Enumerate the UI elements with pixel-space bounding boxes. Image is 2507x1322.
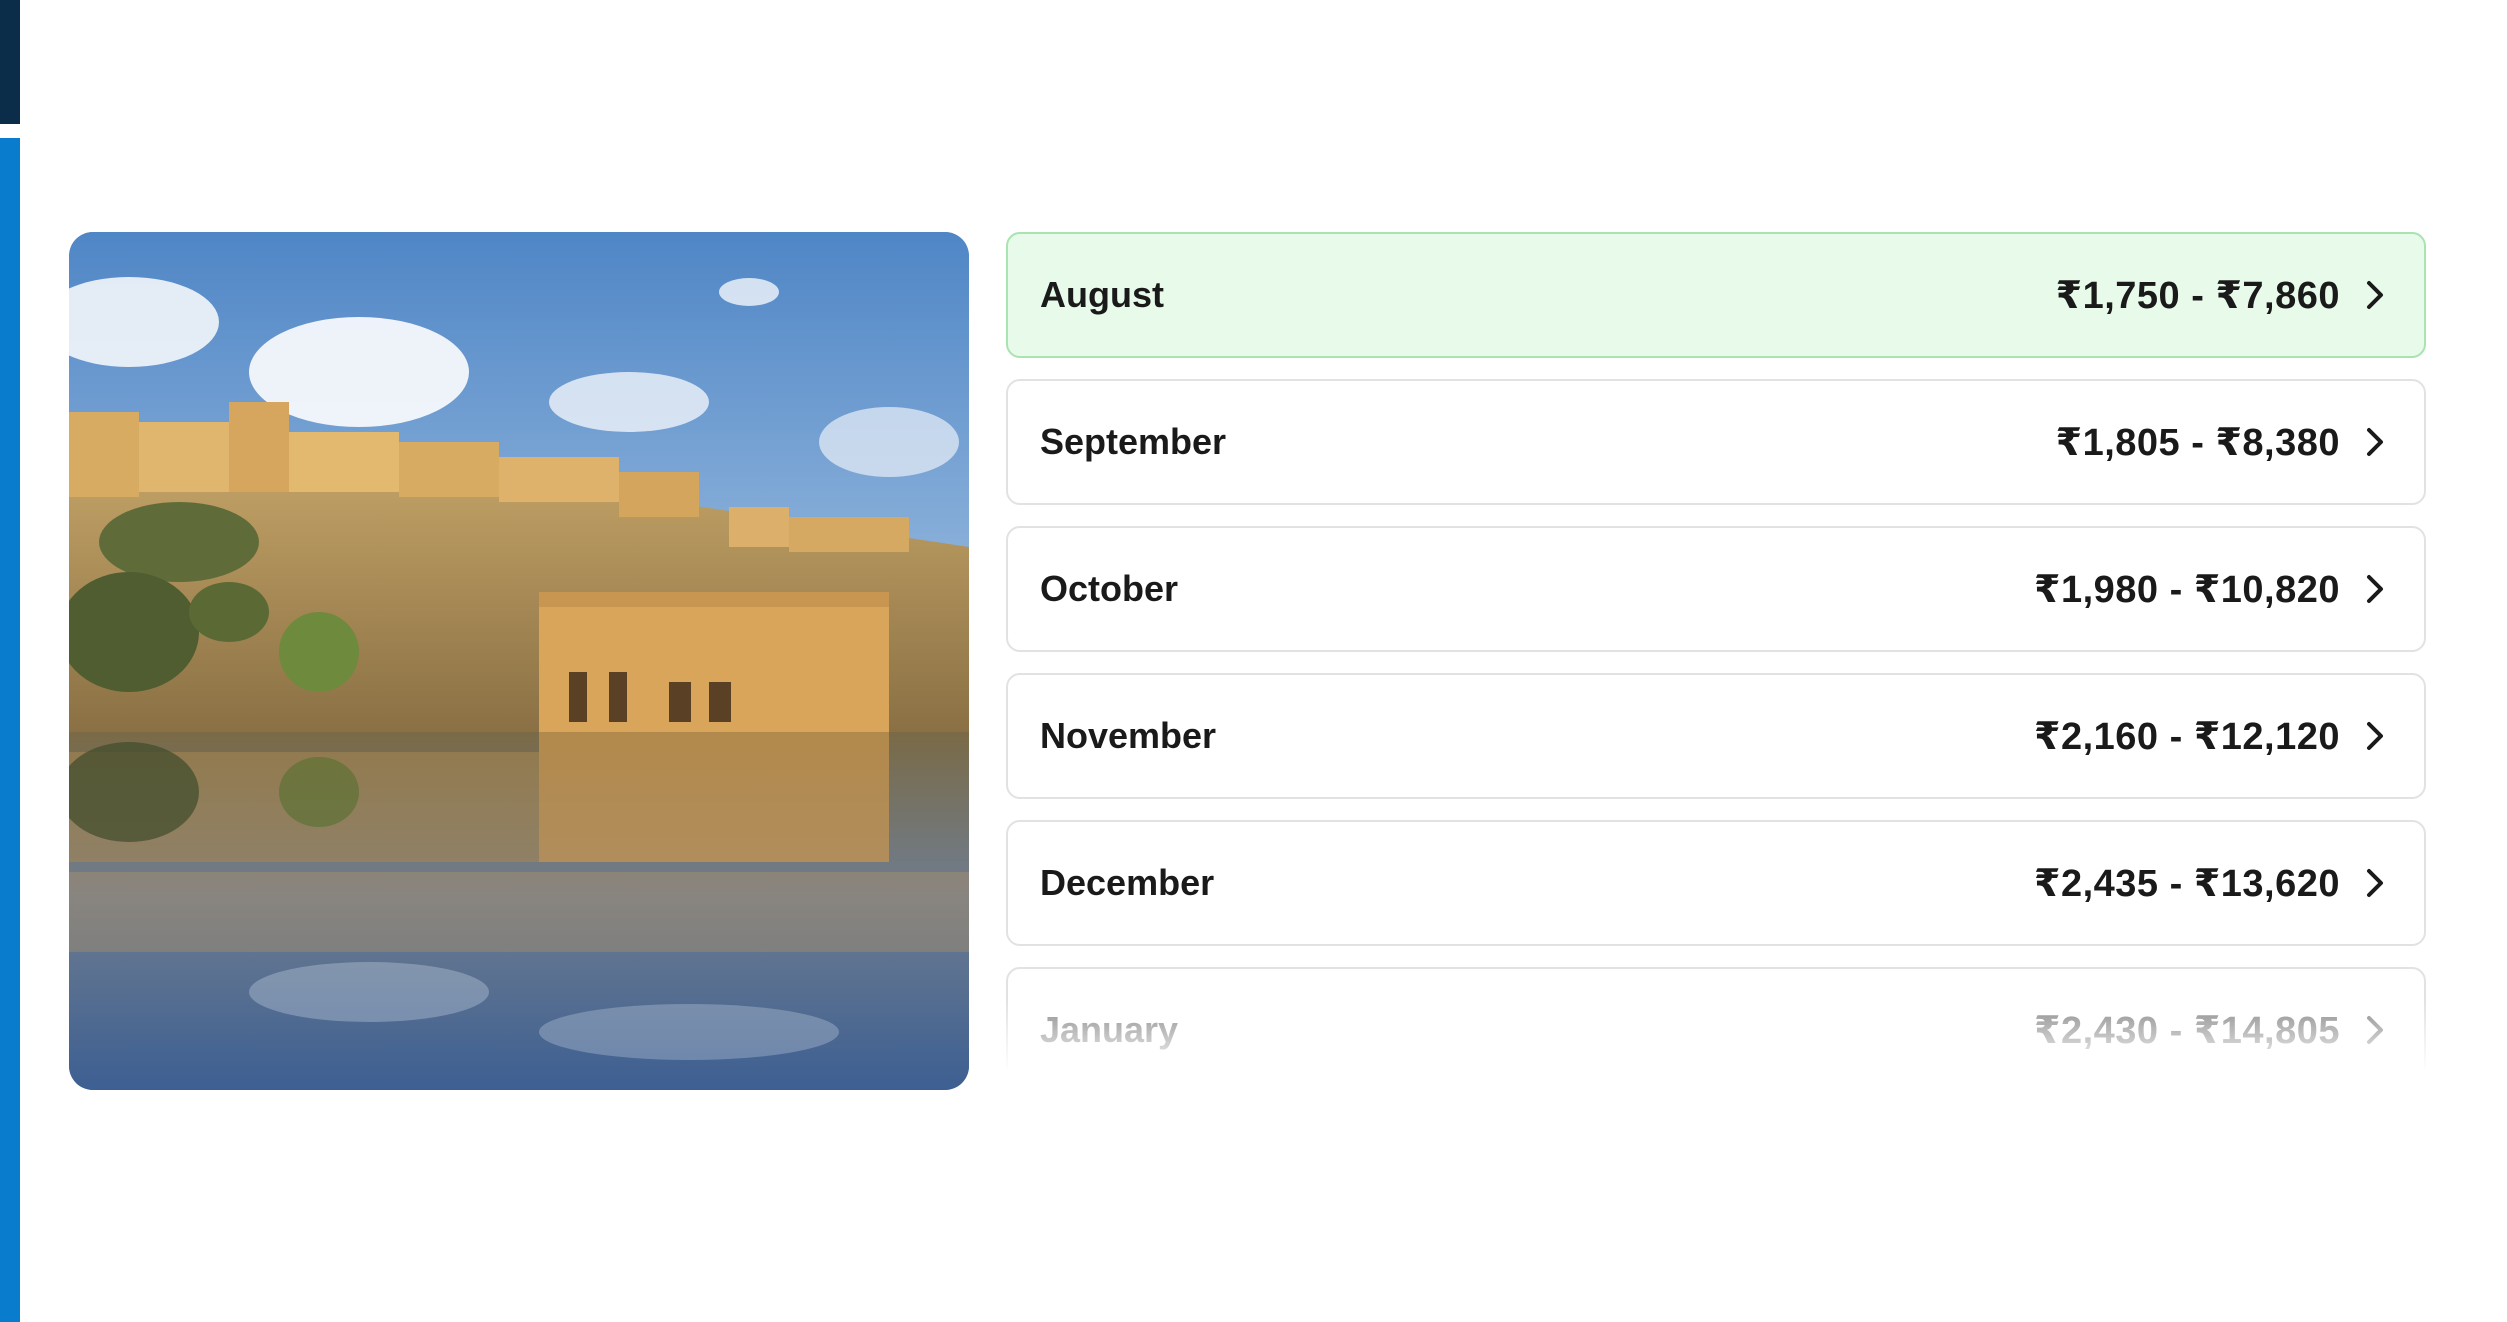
price-group: ₹2,430 - ₹14,805 xyxy=(2034,1008,2388,1053)
month-row-september[interactable]: September ₹1,805 - ₹8,380 xyxy=(1006,379,2426,505)
page: August ₹1,750 - ₹7,860 September ₹1,805 - ₹… xyxy=(0,0,2507,1322)
price-group: ₹2,160 - ₹12,120 xyxy=(2034,714,2388,759)
month-row-november[interactable]: November ₹2,160 - ₹12,120 xyxy=(1006,673,2426,799)
price-range: ₹2,430 - ₹14,805 xyxy=(2034,1009,2340,1052)
month-name: August xyxy=(1040,274,1164,315)
price-group: ₹1,980 - ₹10,820 xyxy=(2034,567,2388,612)
month-row-january[interactable]: January ₹2,430 - ₹14,805 xyxy=(1006,967,2426,1068)
month-row-october[interactable]: October ₹1,980 - ₹10,820 xyxy=(1006,526,2426,652)
month-row-august[interactable]: August ₹1,750 - ₹7,860 xyxy=(1006,232,2426,358)
price-range: ₹2,160 - ₹12,120 xyxy=(2034,715,2340,758)
month-name: December xyxy=(1040,862,1215,903)
price-group: ₹2,435 - ₹13,620 xyxy=(2034,861,2388,906)
price-range: ₹1,805 - ₹8,380 xyxy=(2055,421,2340,464)
month-name: September xyxy=(1040,421,1227,462)
month-price-list: August ₹1,750 - ₹7,860 September ₹1,805 - ₹… xyxy=(1006,232,2426,1068)
chevron-right-icon xyxy=(2362,1012,2388,1048)
chevron-right-icon xyxy=(2362,718,2388,754)
top-accent-bar xyxy=(0,0,20,124)
price-range: ₹2,435 - ₹13,620 xyxy=(2034,862,2340,905)
month-name: October xyxy=(1040,568,1179,609)
price-range: ₹1,980 - ₹10,820 xyxy=(2034,568,2340,611)
chevron-right-icon xyxy=(2362,277,2388,313)
chevron-right-icon xyxy=(2362,571,2388,607)
price-group: ₹1,750 - ₹7,860 xyxy=(2056,273,2388,318)
side-accent-bar xyxy=(0,138,20,1322)
fort-lake-photo-illustration xyxy=(69,232,969,1090)
chevron-right-icon xyxy=(2362,865,2388,901)
month-name: November xyxy=(1040,715,1217,756)
destination-photo xyxy=(69,232,969,1090)
month-name: January xyxy=(1040,1009,1179,1050)
price-group: ₹1,805 - ₹8,380 xyxy=(2056,420,2388,465)
price-range: ₹1,750 - ₹7,860 xyxy=(2055,274,2340,317)
month-row-december[interactable]: December ₹2,435 - ₹13,620 xyxy=(1006,820,2426,946)
chevron-right-icon xyxy=(2362,424,2388,460)
